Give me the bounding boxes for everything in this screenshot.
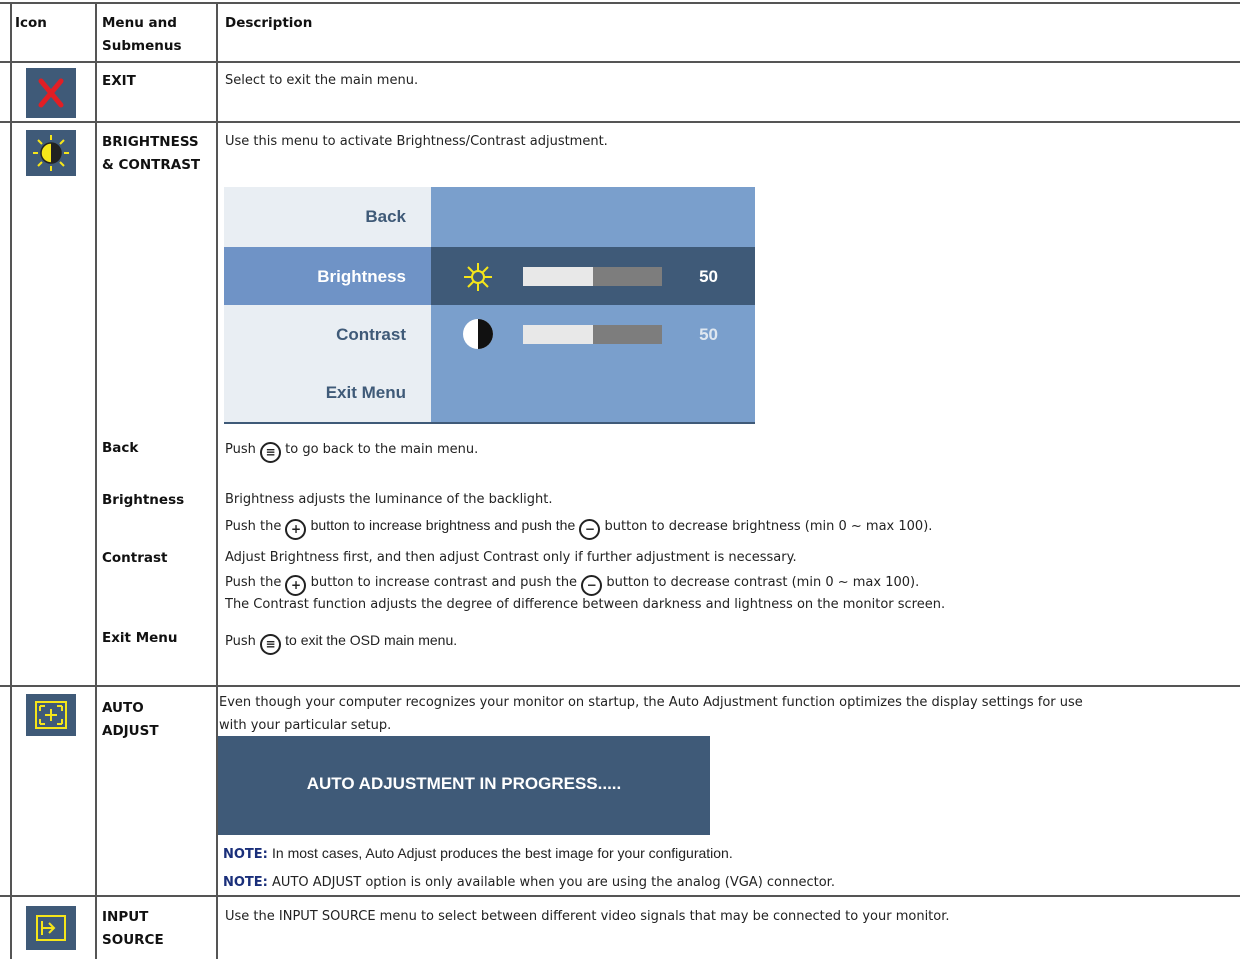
sub-brightness-post: button to decrease brightness (min 0 ~ m… [604, 519, 933, 534]
header-menu-line1: Menu and [102, 15, 177, 31]
auto-note2: NOTE: AUTO ADJUST option is only availab… [223, 874, 835, 892]
sub-exitmenu-label: Exit Menu [102, 630, 178, 646]
close-x-icon [26, 68, 76, 118]
row-divider [0, 895, 1240, 897]
sub-brightness-pre: Push the [225, 519, 282, 534]
sub-back-desc: Push ≡ to go back to the main menu. [225, 441, 478, 463]
col-divider [10, 2, 12, 959]
brightness-menu-line2: & CONTRAST [102, 157, 201, 173]
sub-contrast-line3: The Contrast function adjusts the degree… [225, 597, 946, 612]
sub-contrast-post: button to decrease contrast (min 0 ~ max… [606, 575, 920, 590]
note-label: NOTE: [223, 847, 268, 862]
menu-button-icon: ≡ [260, 442, 282, 463]
col-divider [95, 2, 97, 959]
sub-contrast-line2: Push the + button to increase contrast a… [225, 574, 919, 596]
sub-contrast-mid: button to increase contrast and push the [310, 575, 578, 590]
minus-button-icon: − [581, 575, 603, 596]
row-divider [0, 61, 1240, 63]
sub-exitmenu-pre: Push [225, 634, 256, 649]
osd-item-brightness: Brightness [317, 267, 406, 286]
auto-note1: NOTE: In most cases, Auto Adjust produce… [223, 844, 733, 864]
exit-description: Select to exit the main menu. [225, 73, 419, 88]
brightness-description: Use this menu to activate Brightness/Con… [225, 134, 608, 149]
sub-brightness-line1: Brightness adjusts the luminance of the … [225, 492, 553, 507]
osd-item-back: Back [365, 207, 406, 226]
sun-half-icon [26, 130, 76, 176]
sub-back-post: to go back to the main menu. [285, 442, 479, 457]
osd-brightness-value: 50 [699, 267, 718, 286]
minus-button-icon: − [579, 519, 601, 540]
sub-brightness-label: Brightness [102, 492, 185, 508]
sub-contrast-line1: Adjust Brightness first, and then adjust… [225, 550, 797, 565]
auto-menu-line1: AUTO [102, 700, 144, 716]
osd-brightness-bar-fill [523, 267, 593, 286]
plus-button-icon: + [285, 519, 307, 540]
sub-contrast-label: Contrast [102, 550, 168, 566]
osd-contrast-bar [523, 325, 662, 344]
osd-bottom-edge [224, 422, 755, 424]
auto-adjust-banner-text: AUTO ADJUSTMENT IN PROGRESS..... [306, 774, 622, 793]
sub-exitmenu-desc: Push ≡ to exit the OSD main menu. [225, 631, 457, 655]
osd-contrast-value: 50 [699, 325, 718, 344]
sub-brightness-line2: Push the + button to increase brightness… [225, 516, 932, 540]
osd-brightness-bar [523, 267, 662, 286]
osd-item-contrast: Contrast [336, 325, 406, 344]
osd-brightness-menu: Back Brightness Contrast Exit Menu 50 50 [224, 187, 755, 424]
header-menu-line2: Submenus [102, 38, 182, 54]
auto-desc-line2: with your particular setup. [219, 718, 392, 733]
input-menu-line2: SOURCE [102, 932, 164, 948]
auto-note1-text: In most cases, Auto Adjust produces the … [272, 845, 733, 861]
input-description: Use the INPUT SOURCE menu to select betw… [225, 909, 950, 924]
osd-item-exit-menu: Exit Menu [325, 383, 406, 402]
input-source-icon [26, 906, 76, 950]
osd-contrast-bar-fill [523, 325, 593, 344]
row-divider [0, 685, 1240, 687]
brightness-menu-line1: BRIGHTNESS [102, 134, 199, 150]
note-label: NOTE: [223, 875, 268, 890]
input-menu-line1: INPUT [102, 909, 149, 925]
osd-contrast-icon [462, 318, 494, 354]
sub-brightness-mid: button to increase brightness and push t… [310, 517, 576, 533]
sub-back-pre: Push [225, 442, 256, 457]
sub-exitmenu-post: to exit the OSD main menu. [285, 632, 458, 648]
sub-back-label: Back [102, 440, 139, 456]
auto-note2-text: AUTO ADJUST option is only available whe… [272, 875, 835, 890]
auto-menu-line2: ADJUST [102, 723, 159, 739]
header-icon: Icon [15, 15, 47, 31]
menu-button-icon: ≡ [260, 634, 282, 655]
osd-sun-icon [462, 261, 494, 297]
exit-menu-label: EXIT [102, 73, 136, 89]
auto-adjust-icon [26, 694, 76, 736]
auto-adjust-banner: AUTO ADJUSTMENT IN PROGRESS..... [218, 736, 710, 835]
sub-contrast-pre: Push the [225, 575, 282, 590]
row-divider [0, 121, 1240, 123]
auto-desc-line1: Even though your computer recognizes you… [219, 695, 1083, 710]
table-border-top [0, 2, 1240, 4]
plus-button-icon: + [285, 575, 307, 596]
header-description: Description [225, 15, 313, 31]
